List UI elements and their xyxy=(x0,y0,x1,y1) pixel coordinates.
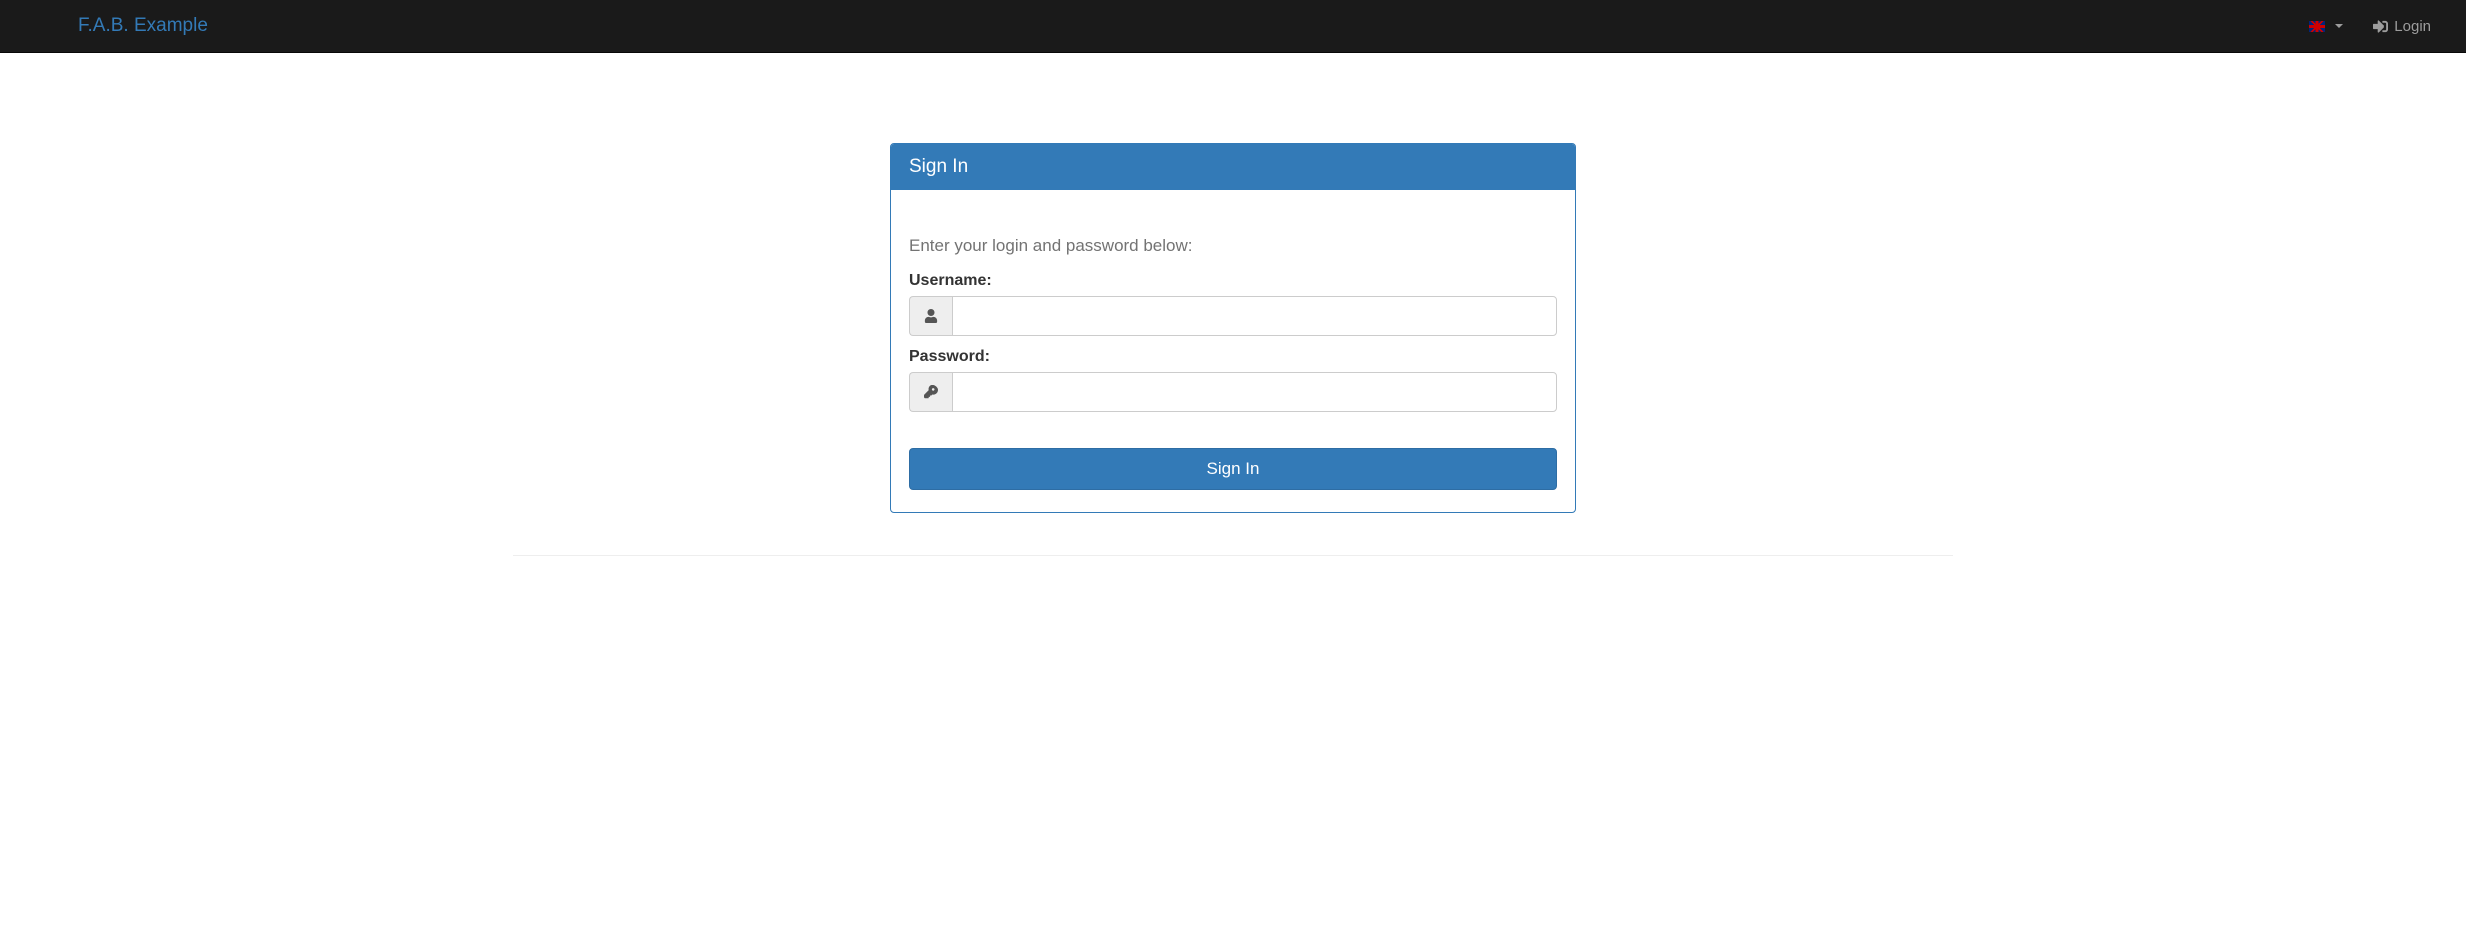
username-group: Username: xyxy=(909,272,1557,336)
navbar-right: Login xyxy=(2294,3,2446,50)
panel-body: Enter your login and password below: Use… xyxy=(891,190,1575,512)
signin-button[interactable]: Sign In xyxy=(909,448,1557,490)
user-icon-addon xyxy=(909,296,952,336)
password-group: Password: xyxy=(909,348,1557,412)
help-text: Enter your login and password below: xyxy=(909,236,1557,256)
login-link[interactable]: Login xyxy=(2358,3,2446,50)
username-label: Username: xyxy=(909,272,1557,290)
language-dropdown[interactable] xyxy=(2294,6,2358,47)
signin-icon xyxy=(2373,19,2388,34)
signin-panel: Sign In Enter your login and password be… xyxy=(890,143,1576,513)
key-icon-addon xyxy=(909,372,952,412)
footer-divider xyxy=(513,555,1953,556)
password-label: Password: xyxy=(909,348,1557,366)
login-wrap: Sign In Enter your login and password be… xyxy=(890,143,1576,513)
username-input-group xyxy=(909,296,1557,336)
navbar: F.A.B. Example Login xyxy=(0,0,2466,53)
flag-icon xyxy=(2309,21,2325,32)
password-input[interactable] xyxy=(952,372,1557,412)
panel-title: Sign In xyxy=(891,144,1575,190)
password-input-group xyxy=(909,372,1557,412)
user-icon xyxy=(924,309,938,323)
key-icon xyxy=(924,385,938,399)
caret-down-icon xyxy=(2335,24,2343,28)
username-input[interactable] xyxy=(952,296,1557,336)
main-container: Sign In Enter your login and password be… xyxy=(498,143,1968,556)
brand-link[interactable]: F.A.B. Example xyxy=(20,0,223,52)
login-link-label: Login xyxy=(2394,18,2431,35)
